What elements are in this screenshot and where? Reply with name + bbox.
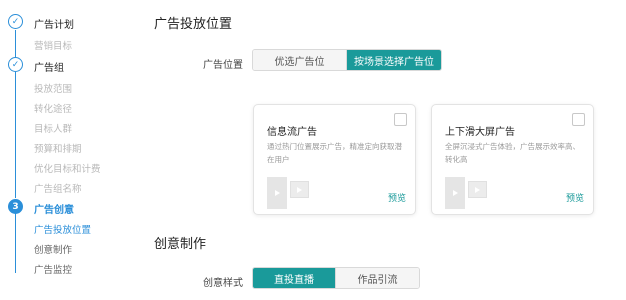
video-thumbnail-small [468, 181, 487, 198]
check-icon: ✓ [8, 14, 23, 29]
creative-style-label: 创意样式 [203, 278, 243, 289]
option-direct-live[interactable]: 直投直播 [253, 268, 335, 288]
sidebar-item-optimization[interactable]: 优化目标和计费 [34, 161, 101, 175]
play-icon [475, 186, 480, 193]
placement-segmented-control: 优选广告位 按场景选择广告位 [252, 49, 442, 71]
card-description: 全屏沉浸式广告体验，广告展示效率高、转化高 [445, 142, 580, 164]
sidebar-item-marketing-goal[interactable]: 营销目标 [34, 38, 72, 52]
card-checkbox[interactable] [394, 113, 407, 126]
preview-link[interactable]: 预览 [388, 191, 406, 204]
play-icon [274, 190, 280, 196]
sidebar-item-audience[interactable]: 目标人群 [34, 121, 72, 135]
placement-card-fullscreen[interactable]: 上下滑大屏广告 全屏沉浸式广告体验，广告展示效率高、转化高 预览 [431, 104, 594, 215]
option-preferred-placement[interactable]: 优选广告位 [253, 50, 346, 70]
sidebar-item-monitoring[interactable]: 广告监控 [34, 262, 72, 276]
card-checkbox[interactable] [572, 113, 585, 126]
video-thumbnail [445, 177, 465, 209]
video-thumbnail [267, 177, 287, 209]
step-title-adgroup[interactable]: 广告组 [34, 59, 64, 74]
play-icon [452, 190, 458, 196]
sidebar-item-creative-making[interactable]: 创意制作 [34, 242, 72, 256]
check-icon: ✓ [8, 57, 23, 72]
section-title-placement: 广告投放位置 [154, 17, 233, 32]
sidebar-item-targeting-scope[interactable]: 投放范围 [34, 81, 72, 95]
option-works-traffic[interactable]: 作品引流 [335, 268, 419, 288]
step-connector [15, 211, 16, 273]
section-title-creative: 创意制作 [154, 237, 207, 252]
step-connector [15, 30, 16, 58]
sidebar-item-placement[interactable]: 广告投放位置 [34, 222, 91, 236]
sidebar-item-budget[interactable]: 预算和排期 [34, 141, 82, 155]
creative-segmented-control: 直投直播 作品引流 [252, 267, 420, 289]
step-title-creative[interactable]: 广告创意 [34, 201, 74, 216]
option-scene-placement[interactable]: 按场景选择广告位 [346, 50, 441, 70]
step-number-badge: 3 [8, 199, 23, 214]
play-icon [297, 186, 302, 193]
card-thumbnails [445, 177, 487, 209]
preview-link[interactable]: 预览 [566, 191, 584, 204]
card-description: 通过热门位置展示广告，精准定向获取潜在用户 [267, 142, 402, 164]
sidebar-item-adgroup-name[interactable]: 广告组名称 [34, 181, 82, 195]
card-thumbnails [267, 177, 309, 209]
card-title: 信息流广告 [267, 127, 317, 138]
placement-label: 广告位置 [203, 60, 243, 71]
card-title: 上下滑大屏广告 [445, 127, 515, 138]
video-thumbnail-small [290, 181, 309, 198]
placement-card-feed[interactable]: 信息流广告 通过热门位置展示广告，精准定向获取潜在用户 预览 [253, 104, 416, 215]
sidebar-item-conversion[interactable]: 转化途径 [34, 101, 72, 115]
step-connector [15, 72, 16, 198]
step-sidebar: ✓ 广告计划 营销目标 ✓ 广告组 投放范围 转化途径 目标人群 预算和排期 优… [0, 0, 130, 300]
step-title-campaign[interactable]: 广告计划 [34, 16, 74, 31]
